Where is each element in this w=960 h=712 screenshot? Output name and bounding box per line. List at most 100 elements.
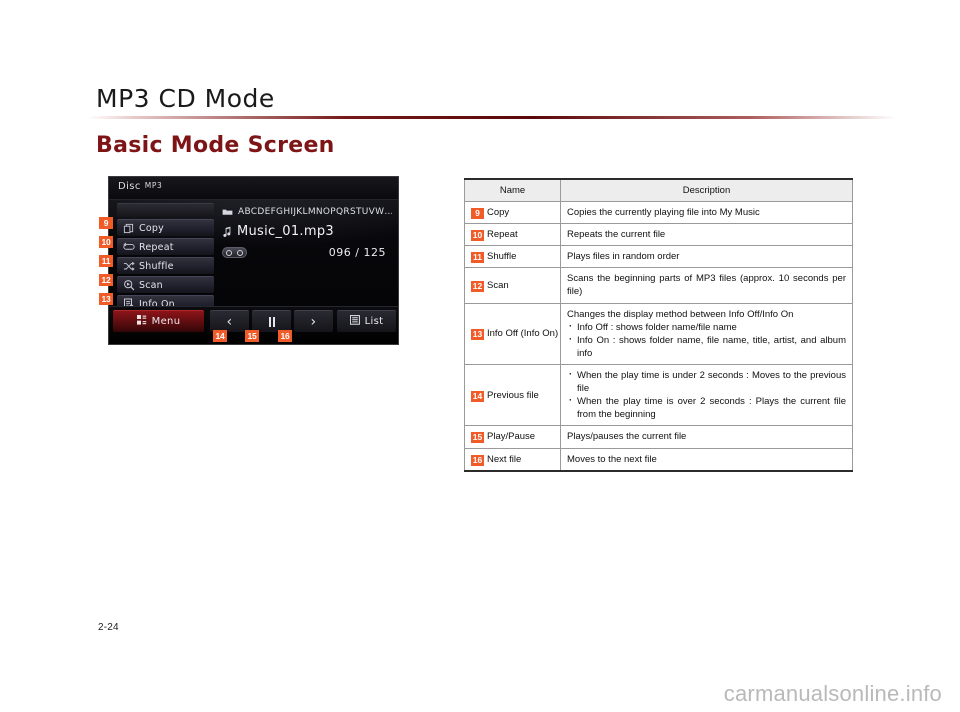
row-number-badge: 9	[471, 208, 484, 219]
column-header-name: Name	[464, 179, 561, 202]
column-header-description: Description	[560, 179, 853, 202]
description-bullet-list: Info Off : shows folder name/file name I…	[567, 320, 846, 360]
table-cell-name: 11 Shuffle	[464, 245, 561, 269]
row-name-label: Scan	[487, 279, 509, 291]
chevron-right-icon: ›	[310, 313, 317, 330]
scan-icon	[122, 279, 135, 292]
device-file-name: Music_01.mp3	[237, 224, 334, 239]
device-menu-list: Copy Repeat Shuffle Scan Info On	[117, 203, 214, 314]
device-status-bar: Disc MP3	[109, 177, 398, 200]
device-folder-line: ABCDEFGHIJKLMNOPQRSTUVW…	[222, 207, 392, 217]
device-now-playing-panel: ABCDEFGHIJKLMNOPQRSTUVW… Music_01.mp3 09…	[222, 207, 392, 260]
table-row: 13 Info Off (Info On) Changes the display…	[464, 303, 853, 365]
device-source-label: Disc MP3	[118, 181, 162, 192]
device-menu-item-scan[interactable]: Scan	[117, 276, 214, 293]
row-number-badge: 12	[471, 280, 484, 292]
device-menu-button[interactable]: Menu	[113, 310, 204, 332]
device-source-text: Disc	[118, 181, 141, 192]
table-header: Name Description	[464, 179, 853, 202]
device-track-position: 096 / 125	[328, 246, 386, 259]
table-cell-description: Changes the display method between Info …	[560, 303, 853, 365]
row-name-label: Copy	[487, 207, 510, 218]
grid-icon	[136, 315, 147, 328]
row-number-badge: 13	[471, 329, 484, 341]
device-next-button[interactable]: ›	[294, 310, 333, 332]
description-bullet-item: Info Off : shows folder name/file name	[567, 320, 846, 334]
device-list-button[interactable]: List	[337, 310, 396, 332]
repeat-icon	[122, 241, 135, 254]
description-bullet-list: When the play time is under 2 seconds : …	[567, 368, 846, 421]
description-lead-text: Changes the display method between Info …	[567, 308, 794, 320]
device-list-button-label: List	[364, 316, 384, 327]
device-menu-item-shuffle[interactable]: Shuffle	[117, 257, 214, 274]
section-title: Basic Mode Screen	[96, 133, 335, 158]
description-bullet-item: Info On : shows folder name, file name, …	[567, 333, 846, 360]
row-name-label: Shuffle	[487, 251, 517, 263]
callout-badge-10: 10	[99, 236, 113, 248]
table-cell-name: 16 Next file	[464, 448, 561, 472]
table-cell-name: 10 Repeat	[464, 223, 561, 247]
device-menu-item-label: Copy	[139, 222, 164, 234]
table-cell-description: Copies the currently playing file into M…	[560, 201, 853, 225]
table-cell-description: Moves to the next file	[560, 448, 853, 472]
shuffle-icon	[122, 260, 135, 273]
list-icon	[349, 315, 360, 328]
device-screen-illustration: Disc MP3 Copy Repeat Shuffle Scan Info O…	[108, 176, 399, 345]
repeat-pill-icon	[222, 247, 247, 258]
device-menu-top-partial-item	[117, 203, 214, 217]
pause-icon	[268, 316, 275, 327]
device-playback-status-row: 096 / 125	[222, 246, 392, 260]
device-menu-item-repeat[interactable]: Repeat	[117, 238, 214, 255]
device-format-text: MP3	[144, 181, 163, 190]
callout-badge-14: 14	[213, 330, 227, 342]
table-header-row: Name Description	[464, 179, 853, 202]
device-menu-item-label: Repeat	[139, 241, 174, 253]
row-name-label: Repeat	[487, 229, 518, 241]
table-row: 15 Play/Pause Plays/pauses the current fi…	[464, 425, 853, 449]
row-name-label: Play/Pause	[487, 431, 536, 443]
music-note-icon	[222, 226, 232, 238]
device-menu-item-label: Scan	[139, 279, 163, 291]
chevron-left-icon: ‹	[226, 313, 233, 330]
table-cell-description: Plays files in random order	[560, 245, 853, 269]
callout-badge-12: 12	[99, 274, 113, 286]
device-previous-button[interactable]: ‹	[210, 310, 249, 332]
table-row: 11 Shuffle Plays files in random order	[464, 245, 853, 269]
site-watermark: carmanualsonline.info	[723, 681, 942, 706]
device-folder-name: ABCDEFGHIJKLMNOPQRSTUVW…	[238, 207, 392, 217]
table-cell-name: 15 Play/Pause	[464, 425, 561, 449]
table-cell-name: 12 Scan	[464, 267, 561, 304]
callout-badge-13: 13	[99, 293, 113, 305]
device-play-pause-button[interactable]	[252, 310, 291, 332]
callout-badge-9: 9	[99, 217, 113, 229]
folder-icon	[222, 208, 233, 216]
callout-badge-16: 16	[278, 330, 292, 342]
table-row: 14Previous file When the play time is un…	[464, 364, 853, 427]
page-number: 2-24	[98, 622, 119, 633]
copy-icon	[122, 222, 135, 235]
device-menu-item-copy[interactable]: Copy	[117, 219, 214, 236]
feature-description-table: Name Description 9 Copy Copies the curren…	[464, 178, 853, 472]
table-row: 16 Next file Moves to the next file	[464, 448, 853, 472]
table-row: 9 Copy Copies the currently playing file …	[464, 201, 853, 225]
page-title: MP3 CD Mode	[96, 84, 275, 113]
description-bullet-item: When the play time is over 2 seconds : P…	[567, 394, 846, 421]
row-number-badge: 11	[471, 252, 484, 264]
table-row: 10 Repeat Repeats the current file	[464, 223, 853, 247]
table-cell-name: 13 Info Off (Info On)	[464, 303, 561, 365]
table-body: 9 Copy Copies the currently playing file …	[464, 201, 853, 472]
callout-badge-11: 11	[99, 255, 113, 267]
description-bullet-item: When the play time is under 2 seconds : …	[567, 368, 846, 395]
table-row: 12 Scan Scans the beginning parts of MP3 …	[464, 267, 853, 304]
table-cell-name: 9 Copy	[464, 201, 561, 225]
device-file-line: Music_01.mp3	[222, 224, 392, 239]
row-number-badge: 14	[471, 390, 484, 402]
callout-badge-15: 15	[245, 330, 259, 342]
device-menu-button-label: Menu	[151, 316, 181, 327]
row-name-label: Info Off (Info On)	[487, 328, 559, 340]
device-menu-item-label: Shuffle	[139, 260, 174, 272]
title-divider-rule	[88, 116, 896, 119]
table-cell-description: Plays/pauses the current file	[560, 425, 853, 449]
row-name-label: Next file	[487, 453, 522, 465]
table-cell-description: Repeats the current file	[560, 223, 853, 247]
